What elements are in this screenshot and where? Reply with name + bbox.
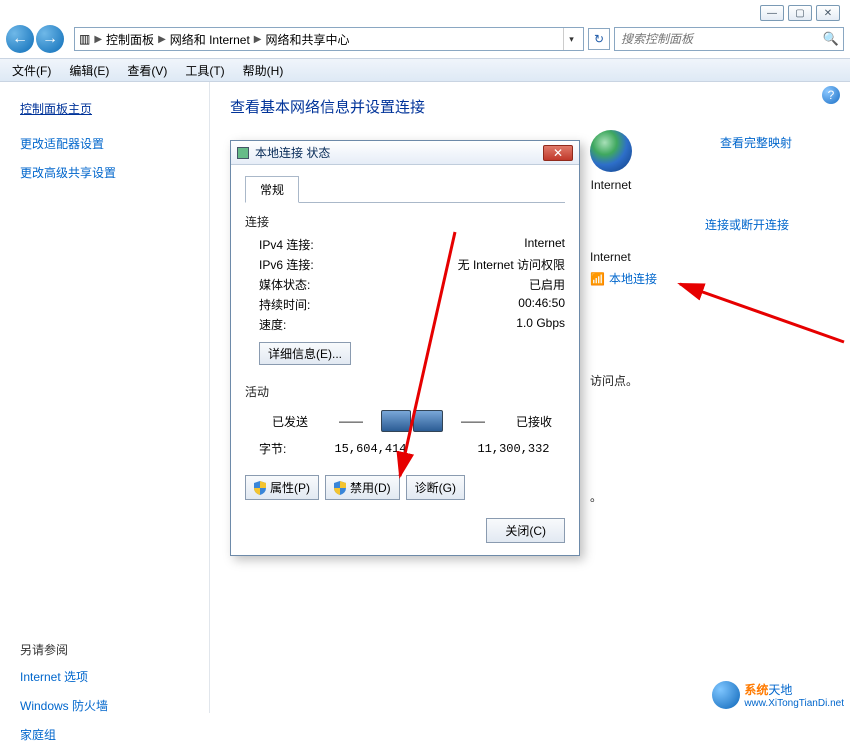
network-diagram-internet: Internet xyxy=(590,130,632,192)
network-adapter-icon xyxy=(237,147,249,159)
watermark-url: www.XiTongTianDi.net xyxy=(744,698,844,709)
see-also-internet-options[interactable]: Internet 选项 xyxy=(20,668,189,685)
menu-help[interactable]: 帮助(H) xyxy=(243,62,284,79)
breadcrumb-bar[interactable]: ▥ ▶ 控制面板 ▶ 网络和 Internet ▶ 网络和共享中心 ▾ xyxy=(74,27,584,51)
dash-separator: —— xyxy=(443,414,503,428)
properties-button[interactable]: 属性(P) xyxy=(245,475,319,500)
page-heading: 查看基本网络信息并设置连接 xyxy=(230,96,830,117)
dialog-tabs: 常规 xyxy=(245,175,565,203)
ipv6-label: IPv6 连接: xyxy=(259,256,425,273)
group-activity-header: 活动 xyxy=(245,383,565,400)
signal-icon: 📶 xyxy=(590,272,605,286)
search-box[interactable]: 🔍 xyxy=(614,27,844,51)
dash-separator: —— xyxy=(321,414,381,428)
menu-file[interactable]: 文件(F) xyxy=(12,62,51,79)
disable-button[interactable]: 禁用(D) xyxy=(325,475,400,500)
sidebar-link-adapter[interactable]: 更改适配器设置 xyxy=(20,135,189,152)
chevron-right-icon: ▶ xyxy=(254,34,262,45)
received-header: 已接收 xyxy=(503,413,565,430)
local-connection-link[interactable]: 本地连接 xyxy=(609,270,657,287)
dialog-titlebar[interactable]: 本地连接 状态 ✕ xyxy=(231,141,579,165)
duration-value: 00:46:50 xyxy=(425,296,565,313)
sidebar-see-also: 另请参阅 Internet 选项 Windows 防火墙 家庭组 xyxy=(20,641,189,743)
group-connection-header: 连接 xyxy=(245,213,565,230)
breadcrumb-dropdown[interactable]: ▾ xyxy=(563,28,579,50)
breadcrumb-item[interactable]: 控制面板 xyxy=(106,31,154,48)
chevron-right-icon: ▶ xyxy=(158,34,166,45)
details-button[interactable]: 详细信息(E)... xyxy=(259,342,351,365)
speed-label: 速度: xyxy=(259,316,425,333)
menu-bar: 文件(F) 编辑(E) 查看(V) 工具(T) 帮助(H) xyxy=(0,58,850,82)
control-panel-icon: ▥ xyxy=(79,32,90,46)
shield-icon xyxy=(254,481,266,495)
dialog-close-bottom-button[interactable]: 关闭(C) xyxy=(486,518,565,543)
tab-general[interactable]: 常规 xyxy=(245,176,299,203)
view-full-map-link[interactable]: 查看完整映射 xyxy=(720,134,792,151)
menu-tools[interactable]: 工具(T) xyxy=(185,62,224,79)
monitor-icon xyxy=(381,410,443,432)
local-connection-status-dialog: 本地连接 状态 ✕ 常规 连接 IPv4 连接:Internet IPv6 连接… xyxy=(230,140,580,556)
breadcrumb-item[interactable]: 网络和共享中心 xyxy=(266,31,350,48)
sidebar-home-link[interactable]: 控制面板主页 xyxy=(20,100,189,117)
access-type-value: Internet xyxy=(590,250,631,264)
duration-label: 持续时间: xyxy=(259,296,425,313)
search-input[interactable] xyxy=(619,31,823,47)
watermark: 系统天地 www.XiTongTianDi.net xyxy=(712,681,844,709)
see-also-homegroup[interactable]: 家庭组 xyxy=(20,726,189,743)
see-also-firewall[interactable]: Windows 防火墙 xyxy=(20,697,189,714)
refresh-button[interactable]: ↻ xyxy=(588,28,610,50)
ipv4-value: Internet xyxy=(425,236,565,253)
bytes-sent-value: 15,604,414 xyxy=(319,442,422,456)
menu-view[interactable]: 查看(V) xyxy=(127,62,167,79)
globe-icon xyxy=(590,130,632,172)
speed-value: 1.0 Gbps xyxy=(425,316,565,333)
dialog-close-button[interactable]: ✕ xyxy=(543,145,573,161)
truncated-text: 访问点。 xyxy=(590,372,638,389)
internet-label: Internet xyxy=(591,178,632,192)
breadcrumb-item[interactable]: 网络和 Internet xyxy=(170,31,250,48)
diagnose-button[interactable]: 诊断(G) xyxy=(406,475,465,500)
connection-line: 📶 本地连接 xyxy=(590,270,657,287)
close-window-button[interactable]: ✕ xyxy=(816,5,840,21)
bytes-received-value: 11,300,332 xyxy=(462,442,565,456)
ipv4-label: IPv4 连接: xyxy=(259,236,425,253)
nav-forward-button[interactable]: → xyxy=(36,25,64,53)
ipv6-value: 无 Internet 访问权限 xyxy=(425,256,565,273)
watermark-globe-icon xyxy=(712,681,740,709)
menu-edit[interactable]: 编辑(E) xyxy=(69,62,109,79)
truncated-text: 。 xyxy=(590,488,602,505)
maximize-button[interactable]: ▢ xyxy=(788,5,812,21)
address-toolbar: ← → ▥ ▶ 控制面板 ▶ 网络和 Internet ▶ 网络和共享中心 ▾ … xyxy=(6,24,844,54)
media-state-value: 已启用 xyxy=(425,276,565,293)
dialog-title: 本地连接 状态 xyxy=(255,144,543,161)
search-icon[interactable]: 🔍 xyxy=(823,31,839,47)
bytes-label: 字节: xyxy=(259,440,319,457)
connect-disconnect-link[interactable]: 连接或断开连接 xyxy=(705,216,789,233)
shield-icon xyxy=(334,481,346,495)
sidebar: 控制面板主页 更改适配器设置 更改高级共享设置 另请参阅 Internet 选项… xyxy=(0,82,210,713)
minimize-button[interactable]: — xyxy=(760,5,784,21)
see-also-header: 另请参阅 xyxy=(20,641,189,658)
sidebar-link-sharing[interactable]: 更改高级共享设置 xyxy=(20,164,189,181)
sent-header: 已发送 xyxy=(259,413,321,430)
chevron-right-icon: ▶ xyxy=(94,34,102,45)
media-state-label: 媒体状态: xyxy=(259,276,425,293)
nav-back-button[interactable]: ← xyxy=(6,25,34,53)
